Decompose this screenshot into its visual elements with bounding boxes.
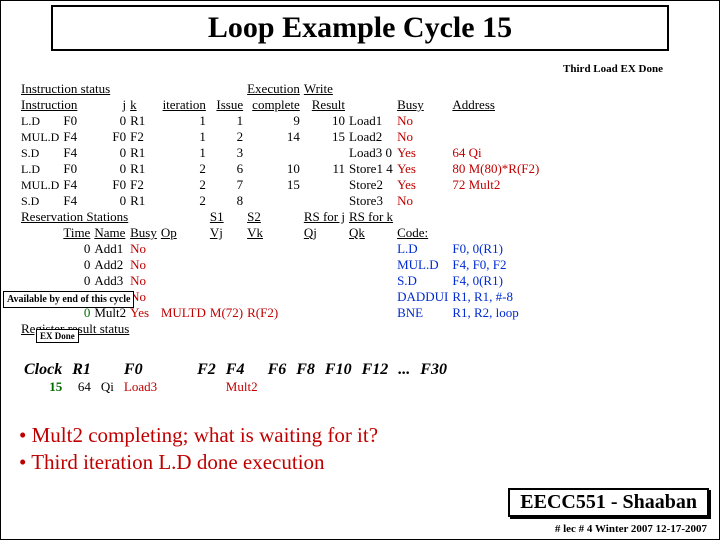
table-row: S.DF40R128Store3No xyxy=(19,193,541,209)
table-row: 0Add2NoMUL.DF4, F0, F2 xyxy=(19,257,541,273)
table-row: 0Add1NoL.DF0, 0(R1) xyxy=(19,241,541,257)
f0-label: F0 xyxy=(119,361,162,379)
table-row: L.DF00R111910Load1No xyxy=(19,113,541,129)
clock-value: 15 xyxy=(19,379,67,395)
f4-value: Mult2 xyxy=(221,379,263,395)
f4-label: F4 xyxy=(221,361,263,379)
corner-note: Third Load EX Done xyxy=(563,63,663,75)
hdr-k: k xyxy=(128,97,159,113)
bullet-notes: • Mult2 completing; what is waiting for … xyxy=(19,421,378,477)
hdr-istat: Instruction status xyxy=(19,81,159,97)
table-row: MUL.DF4F0F22715Store2Yes72 Mult2 xyxy=(19,177,541,193)
hdr-exec: Execution xyxy=(245,81,302,97)
f6-label: F6 xyxy=(263,361,292,379)
hdr-complete: complete xyxy=(245,97,302,113)
rs-title: Reservation Stations xyxy=(19,209,159,225)
table-row: S.DF40R113Load3 0Yes64 Qi xyxy=(19,145,541,161)
ex-done-note: EX Done xyxy=(36,329,79,343)
f30-label: F30 xyxy=(415,361,452,379)
footer-course: EECC551 - Shaaban xyxy=(508,488,709,517)
rs-qj: Qj xyxy=(302,225,347,241)
hdr-instr: Instruction xyxy=(19,97,92,113)
rs-rj: RS for j xyxy=(302,209,347,225)
hdr-j: j xyxy=(92,97,128,113)
rs-qk: Qk xyxy=(347,225,395,241)
f10-label: F10 xyxy=(320,361,357,379)
hdr-addr: Address xyxy=(450,97,541,113)
f12-label: F12 xyxy=(357,361,394,379)
rs-vj: Vj xyxy=(208,225,245,241)
table-row: 0Add3NoS.DF4, 0(R1) xyxy=(19,273,541,289)
f2-label: F2 xyxy=(192,361,221,379)
hdr-busy: Busy xyxy=(395,97,450,113)
hdr-iter: iteration xyxy=(159,97,208,113)
clock-label: Clock xyxy=(19,361,67,379)
page-title: Loop Example Cycle 15 xyxy=(51,5,669,51)
hdr-write: Write xyxy=(302,81,347,97)
rs-s1: S1 xyxy=(208,209,245,225)
rs-name: Name xyxy=(92,225,128,241)
rs-s2: S2 xyxy=(245,209,302,225)
rs-op: Op xyxy=(159,225,208,241)
hdr-result: Result xyxy=(302,97,347,113)
r1-value: 64 xyxy=(67,379,96,395)
f0-value: Load3 xyxy=(119,379,162,395)
rs-rk: RS for k xyxy=(347,209,395,225)
rs-busy: Busy xyxy=(128,225,159,241)
f8-label: F8 xyxy=(291,361,320,379)
rs-vk: Vk xyxy=(245,225,302,241)
table-row: MUL.DF4F0F2121415Load2No xyxy=(19,129,541,145)
available-note: Available by end of this cycle xyxy=(3,291,134,308)
hdr-issue: Issue xyxy=(208,97,245,113)
rs-time: Time xyxy=(61,225,92,241)
r1-label: R1 xyxy=(67,361,96,379)
bullet-2: • Third iteration L.D done execution xyxy=(19,450,378,475)
rs-code: Code: xyxy=(395,225,450,241)
qi-label: Qi xyxy=(96,379,119,395)
bullet-1: • Mult2 completing; what is waiting for … xyxy=(19,423,378,448)
dots-label: ... xyxy=(393,361,415,379)
register-result-row: Clock R1 F0 F2 F4 F6 F8 F10 F12 ... F30 … xyxy=(19,361,452,395)
footer-lecture: # lec # 4 Winter 2007 12-17-2007 xyxy=(555,523,707,535)
table-row: L.DF00R1261011Store1 4Yes80 M(80)*R(F2) xyxy=(19,161,541,177)
